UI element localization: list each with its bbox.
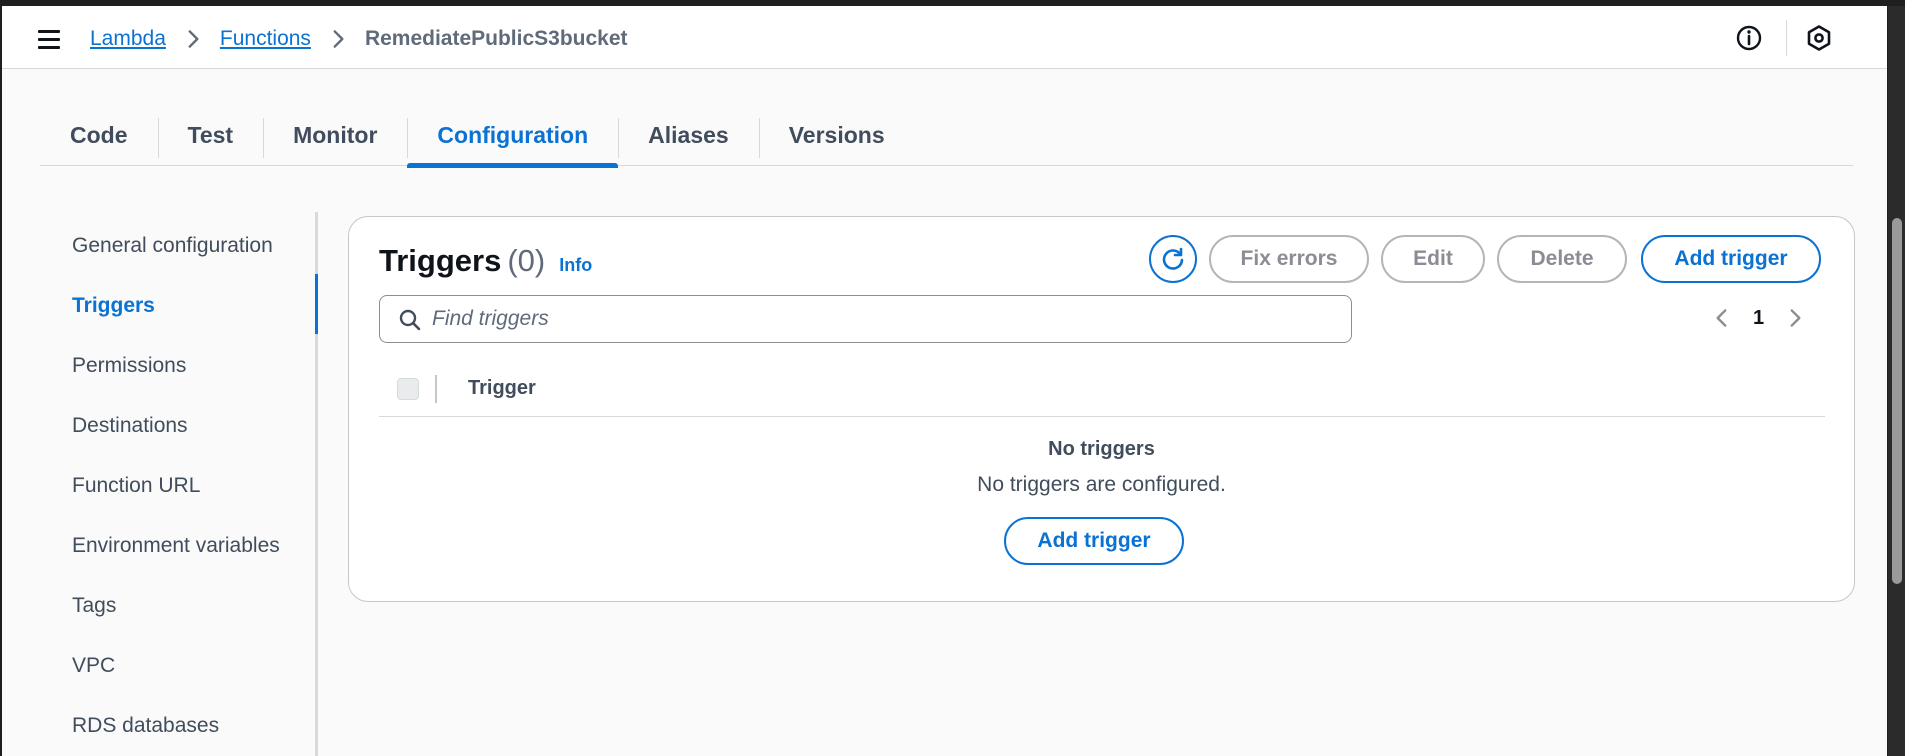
sidenav-item-triggers[interactable]: Triggers (72, 294, 155, 318)
delete-button[interactable]: Delete (1497, 235, 1627, 283)
search-input[interactable] (432, 296, 1332, 342)
empty-state-title: No triggers (1048, 438, 1155, 460)
info-icon[interactable] (1735, 24, 1763, 52)
triggers-title: Triggers (379, 243, 502, 278)
breadcrumb-functions[interactable]: Functions (220, 27, 311, 51)
chevron-right-icon (188, 30, 199, 48)
page-number[interactable]: 1 (1753, 307, 1764, 330)
lambda-console-page: Lambda Functions RemediatePublicS3bucket… (2, 6, 1887, 756)
chevron-left-icon[interactable] (1709, 305, 1735, 331)
empty-state-description: No triggers are configured. (977, 473, 1226, 496)
breadcrumb-lambda[interactable]: Lambda (90, 27, 166, 51)
refresh-button[interactable] (1149, 235, 1197, 283)
scrollbar-thumb[interactable] (1892, 218, 1902, 584)
top-navigation-bar: Lambda Functions RemediatePublicS3bucket (2, 6, 1887, 69)
sidenav-item-general-configuration[interactable]: General configuration (72, 234, 273, 258)
breadcrumb: Lambda Functions RemediatePublicS3bucket (90, 26, 628, 52)
info-link[interactable]: Info (559, 255, 592, 276)
sidenav-item-environment-variables[interactable]: Environment variables (72, 534, 280, 558)
tab-monitor[interactable]: Monitor (263, 104, 407, 166)
fix-errors-button[interactable]: Fix errors (1209, 235, 1369, 283)
column-divider (435, 375, 437, 403)
pagination: 1 (1709, 305, 1808, 331)
sidenav-item-destinations[interactable]: Destinations (72, 414, 188, 438)
tab-code[interactable]: Code (40, 104, 158, 166)
sidenav-item-tags[interactable]: Tags (72, 594, 116, 618)
triggers-container: Triggers (0) Info Fix errors Edit Delete… (348, 216, 1855, 602)
tab-versions[interactable]: Versions (758, 104, 915, 166)
chevron-right-icon[interactable] (1782, 305, 1808, 331)
triggers-table-header: Trigger (379, 359, 1825, 417)
function-tabs: Code Test Monitor Configuration Aliases … (40, 104, 1853, 168)
select-all-checkbox[interactable] (397, 378, 419, 400)
sidenav-item-permissions[interactable]: Permissions (72, 354, 186, 378)
find-triggers-search[interactable] (379, 295, 1352, 343)
search-icon (399, 309, 421, 331)
page-scrollbar[interactable] (1888, 6, 1905, 756)
empty-state-add-trigger-button[interactable]: Add trigger (1004, 517, 1184, 565)
edit-button[interactable]: Edit (1381, 235, 1485, 283)
triggers-header: Triggers (0) Info (379, 243, 592, 279)
sidenav-item-vpc[interactable]: VPC (72, 654, 115, 678)
sidenav-active-indicator (315, 274, 318, 334)
sidenav-item-function-url[interactable]: Function URL (72, 474, 200, 498)
breadcrumb-current-function: RemediatePublicS3bucket (364, 27, 628, 50)
triggers-count: (0) (507, 243, 546, 278)
add-trigger-button[interactable]: Add trigger (1641, 235, 1821, 283)
tab-aliases[interactable]: Aliases (618, 104, 759, 166)
column-header-trigger: Trigger (468, 377, 536, 399)
topbar-divider (1786, 20, 1787, 56)
tab-test[interactable]: Test (157, 104, 264, 166)
chevron-right-icon (333, 30, 344, 48)
menu-icon[interactable] (38, 30, 62, 50)
sidenav-item-rds-databases[interactable]: RDS databases (72, 714, 219, 738)
tab-configuration[interactable]: Configuration (407, 104, 618, 168)
configuration-side-nav: General configuration Triggers Permissio… (2, 212, 318, 756)
hexagon-settings-icon[interactable] (1805, 24, 1833, 52)
refresh-icon (1162, 247, 1184, 270)
